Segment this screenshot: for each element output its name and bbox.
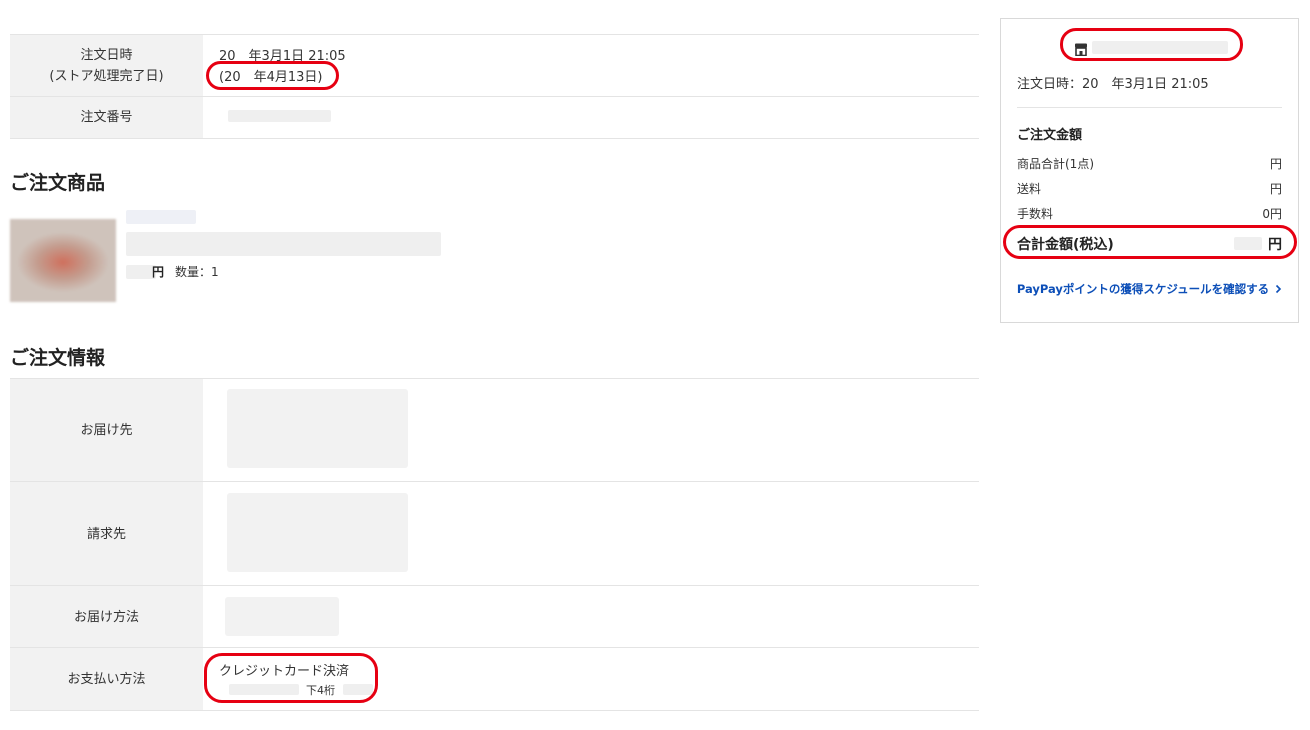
delivery-address-redacted — [227, 389, 408, 468]
order-date-row: 注文日時 (ストア処理完了日) 20 年3月1日 21:05 (20 年4月13… — [10, 34, 979, 97]
order-number-redacted — [228, 110, 331, 122]
product-thumbnail[interactable] — [10, 219, 116, 302]
product-name-redacted[interactable] — [126, 232, 441, 256]
delivery-method-row: お届け方法 — [10, 585, 979, 648]
shipping-value: 円 — [1269, 182, 1282, 196]
highlight-completed-date — [206, 61, 339, 90]
payment-method-row: お支払い方法 クレジットカード決済 下4桁 — [10, 647, 979, 711]
delivery-address-row: お届け先 — [10, 378, 979, 482]
product-quantity: 数量：1 — [175, 265, 219, 279]
order-date-label: 注文日時 (ストア処理完了日) — [10, 35, 203, 97]
order-summary-panel: 注文日時：20 年3月1日 21:05 ご注文金額 商品合計(1点) 円 送料 … — [1000, 18, 1299, 323]
order-date-label-line1: 注文日時 — [80, 48, 133, 63]
fee-row: 手数料 0円 — [1017, 205, 1282, 221]
paypay-points-link-text[interactable]: PayPayポイントの獲得スケジュールを確認する — [1017, 282, 1269, 296]
delivery-address-label: お届け先 — [10, 379, 203, 482]
paypay-points-link[interactable]: PayPayポイントの獲得スケジュールを確認する — [1001, 281, 1298, 297]
panel-order-date: 注文日時：20 年3月1日 21:05 — [1017, 77, 1209, 92]
product-price-unit: 円 — [152, 265, 165, 279]
delivery-method-redacted — [225, 597, 339, 636]
billing-address-value — [219, 482, 979, 586]
subtotal-value: 円 — [1269, 157, 1282, 171]
fee-label: 手数料 — [1017, 207, 1054, 221]
highlight-payment-method — [204, 653, 378, 703]
shipping-row: 送料 円 — [1017, 180, 1282, 196]
billing-address-label: 請求先 — [10, 482, 203, 586]
delivery-method-value — [219, 586, 979, 648]
order-number-label: 注文番号 — [10, 97, 203, 138]
order-number-value — [219, 97, 979, 138]
info-section-title: ご注文情報 — [10, 347, 106, 369]
payment-method-label: お支払い方法 — [10, 648, 203, 710]
delivery-address-value — [219, 379, 979, 482]
order-number-row: 注文番号 — [10, 96, 979, 139]
billing-address-redacted — [227, 493, 408, 572]
order-date-label-line2: (ストア処理完了日) — [49, 69, 164, 84]
chevron-right-icon — [1275, 283, 1282, 297]
subtotal-row: 商品合計(1点) 円 — [1017, 155, 1282, 171]
highlight-total-amount — [1003, 225, 1297, 259]
panel-divider — [1017, 107, 1282, 108]
shipping-label: 送料 — [1017, 182, 1042, 196]
product-store-name-redacted[interactable] — [126, 210, 196, 224]
highlight-store-name — [1060, 28, 1243, 61]
product-item[interactable]: 円 数量：1 — [10, 210, 450, 305]
subtotal-label: 商品合計(1点) — [1017, 157, 1094, 171]
fee-value: 0円 — [1262, 207, 1282, 221]
items-section-title: ご注文商品 — [10, 172, 106, 194]
order-amount-title: ご注文金額 — [1017, 128, 1083, 143]
billing-address-row: 請求先 — [10, 481, 979, 586]
delivery-method-label: お届け方法 — [10, 586, 203, 648]
